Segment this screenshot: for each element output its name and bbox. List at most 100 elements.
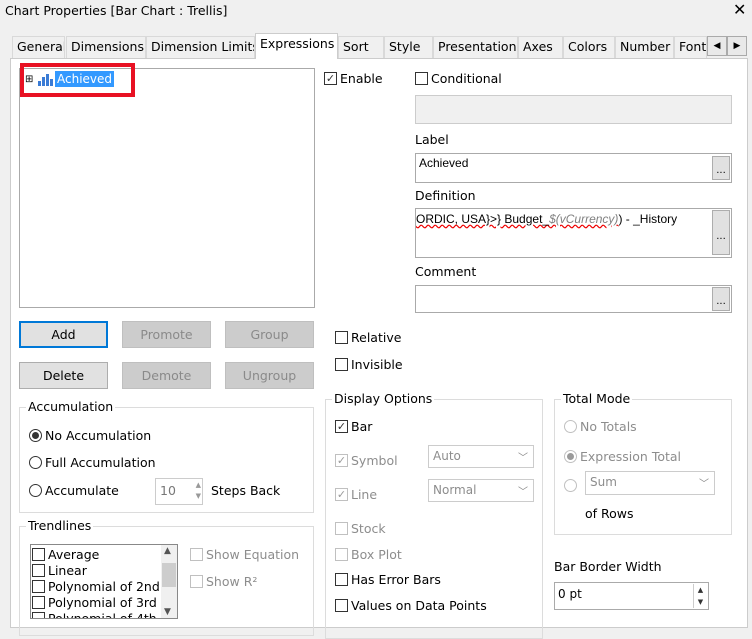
full-accumulation-radio[interactable]: Full Accumulation [29,455,156,470]
trendline-average[interactable]: Average [32,547,99,562]
checkbox-box [335,522,348,535]
spinner-icon[interactable]: ▲ ▼ [196,480,201,502]
relative-label: Relative [351,330,402,345]
sum-radio[interactable] [564,479,577,492]
tab-axes[interactable]: Axes [518,36,563,58]
scroll-thumb[interactable] [162,563,176,587]
conditional-checkbox[interactable]: Conditional [415,71,502,86]
trendline-poly2[interactable]: Polynomial of 2nd d [32,579,172,594]
accumulate-radio[interactable]: Accumulate [29,483,119,498]
bar-border-width-input[interactable]: 0 pt ▲ ▼ [554,582,709,610]
definition-variable: $(vCurrency) [549,212,619,226]
tab-dimension-limits[interactable]: Dimension Limits [146,36,255,58]
comment-ellipsis-button[interactable]: ... [712,287,730,311]
checkbox-box [415,72,428,85]
show-equation-checkbox[interactable]: Show Equation [190,547,299,562]
tree-item-achieved[interactable]: Achieved [55,71,115,87]
close-icon[interactable]: ✕ [733,0,746,19]
stock-checkbox[interactable]: Stock [335,521,386,536]
trendline-label: Linear [48,563,87,578]
steps-input[interactable]: 10 ▲ ▼ [155,478,203,505]
line-dropdown[interactable]: Normal ﹀ [428,479,534,502]
condition-input[interactable] [415,95,732,124]
tab-presentation[interactable]: Presentation [433,36,518,58]
line-checkbox[interactable]: ✓ Line [335,487,377,502]
box-plot-checkbox[interactable]: Box Plot [335,547,402,562]
expression-tree[interactable] [19,68,315,308]
symbol-label: Symbol [351,453,398,468]
show-r2-checkbox[interactable]: Show R² [190,574,257,589]
scrollbar[interactable]: ▲ ▼ [161,545,177,618]
line-value: Normal [433,483,477,497]
tab-colors[interactable]: Colors [563,36,615,58]
checkbox-box [335,548,348,561]
bar-chart-icon [38,73,53,86]
definition-ellipsis-button[interactable]: ... [712,210,730,255]
radio-label: No Accumulation [45,428,152,443]
trendline-label: Polynomial of 4th d [48,611,169,619]
trendline-label: Polynomial of 2nd d [48,579,172,594]
invisible-checkbox[interactable]: Invisible [335,357,403,372]
total-mode-title: Total Mode [561,391,633,406]
label-value: Achieved [419,156,469,170]
radio-box [29,456,42,469]
sum-dropdown[interactable]: Sum ﹀ [585,471,715,495]
trendline-poly4[interactable]: Polynomial of 4th d [32,611,169,619]
tab-dimensions[interactable]: Dimensions [66,36,146,58]
definition-input[interactable]: ORDIC, USA}>} Budget_$(vCurrency)) - _Hi… [415,208,732,258]
label-input[interactable]: Achieved [415,153,732,183]
trendline-linear[interactable]: Linear [32,563,87,578]
chevron-down-icon: ﹀ [699,479,709,490]
expand-icon[interactable]: ⊞ [25,74,33,85]
delete-button[interactable]: Delete [19,362,108,389]
spinner-icon[interactable]: ▲ ▼ [693,584,707,608]
tab-expressions[interactable]: Expressions [255,33,338,59]
trendlines-list[interactable]: Average Linear Polynomial of 2nd d Polyn… [30,544,178,619]
promote-button[interactable]: Promote [122,321,211,348]
accumulation-title: Accumulation [26,399,116,414]
steps-value: 10 [160,483,176,498]
stock-label: Stock [351,521,386,536]
radio-box [29,484,42,497]
checkbox-box [32,564,45,577]
box-plot-label: Box Plot [351,547,402,562]
label-ellipsis-button[interactable]: ... [712,156,730,180]
demote-button[interactable]: Demote [122,362,211,389]
tab-scroll-left-icon[interactable]: ◀ [707,36,727,56]
group-button[interactable]: Group [225,321,314,348]
symbol-dropdown[interactable]: Auto ﹀ [428,445,534,468]
bar-label: Bar [351,419,373,434]
of-rows-label: of Rows [585,506,634,521]
no-accumulation-radio[interactable]: No Accumulation [29,428,151,443]
checkbox-box [335,358,348,371]
enable-checkbox[interactable]: ✓ Enable [324,71,383,86]
symbol-checkbox[interactable]: ✓ Symbol [335,453,398,468]
scroll-up-icon[interactable]: ▲ [164,546,171,556]
scroll-down-icon[interactable]: ▼ [164,607,171,617]
trendline-label: Average [48,547,100,562]
display-options-title: Display Options [332,391,435,406]
tab-font[interactable]: Font [674,36,707,58]
tab-sort[interactable]: Sort [338,36,384,58]
symbol-value: Auto [433,449,461,463]
comment-input[interactable] [415,285,732,313]
comment-title: Comment [415,264,477,279]
tab-general[interactable]: General [12,36,65,58]
add-button[interactable]: Add [19,321,108,348]
values-on-points-checkbox[interactable]: Values on Data Points [335,598,487,613]
check-icon: ✓ [324,72,337,85]
expression-total-radio[interactable]: Expression Total [564,449,681,464]
no-totals-radio[interactable]: No Totals [564,419,637,434]
tab-scroll-right-icon[interactable]: ▶ [727,36,747,56]
error-bars-checkbox[interactable]: Has Error Bars [335,572,441,587]
ungroup-button[interactable]: Ungroup [225,362,314,389]
conditional-label: Conditional [431,71,502,86]
trendline-poly3[interactable]: Polynomial of 3rd d [32,595,169,610]
bar-checkbox[interactable]: ✓ Bar [335,419,372,434]
label-title: Label [415,132,449,147]
tab-style[interactable]: Style [384,36,433,58]
checkbox-box [190,548,203,561]
relative-checkbox[interactable]: Relative [335,330,401,345]
tab-number[interactable]: Number [615,36,674,58]
radio-label: Accumulate [45,483,119,498]
